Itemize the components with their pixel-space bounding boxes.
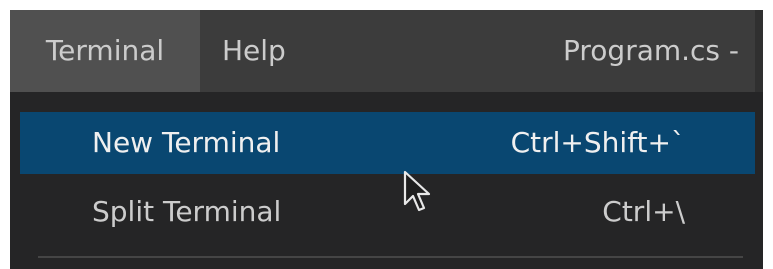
mouse-pointer-icon: [403, 170, 431, 212]
split-terminal-shortcut: Ctrl+\: [602, 195, 685, 228]
app-window: Terminal Help Program.cs - New Terminal …: [10, 10, 763, 269]
menu-bar: Terminal Help Program.cs -: [10, 10, 763, 92]
terminal-dropdown-menu: New Terminal Ctrl+Shift+` Split Terminal…: [10, 92, 763, 269]
menu-item-new-terminal[interactable]: New Terminal Ctrl+Shift+`: [20, 112, 755, 174]
new-terminal-shortcut: Ctrl+Shift+`: [510, 126, 685, 159]
split-terminal-label: Split Terminal: [92, 195, 282, 228]
new-terminal-label: New Terminal: [92, 126, 281, 159]
menu-separator: [38, 256, 743, 258]
window-title: Program.cs -: [563, 34, 740, 67]
menu-item-split-terminal[interactable]: Split Terminal Ctrl+\: [20, 181, 755, 243]
menu-terminal[interactable]: Terminal: [10, 10, 200, 92]
menu-help[interactable]: Help: [222, 10, 286, 92]
title-bar-edge: [755, 10, 763, 92]
